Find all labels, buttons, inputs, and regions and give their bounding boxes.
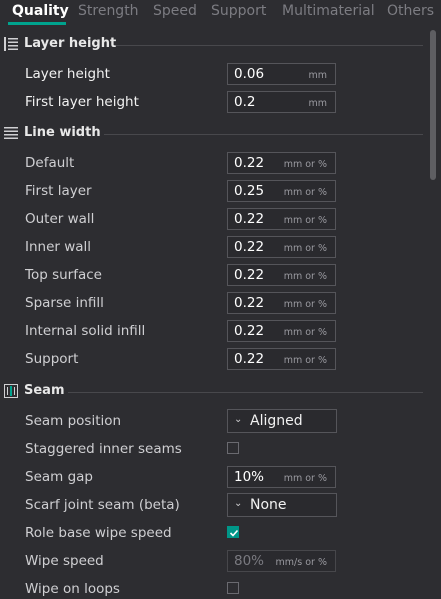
input-unit: mm or % [283,473,327,484]
seam-icon [4,384,18,398]
vertical-scrollbar[interactable] [430,30,436,180]
tab-quality[interactable]: Quality [12,3,69,19]
label-seam-gap: Seam gap [25,469,94,485]
input-value: 0.22 [234,239,265,255]
label-default: Default [25,155,75,171]
wipe-speed-input[interactable]: 80% mm/s or % [227,550,336,572]
input-value: 0.22 [234,211,265,227]
input-unit: mm or % [283,355,327,366]
input-unit: mm or % [283,187,327,198]
section-divider [116,45,423,46]
scarf-joint-seam-select[interactable]: ⌄ None [227,493,337,517]
label-first-layer-height: First layer height [25,94,139,110]
label-sparse-infill: Sparse infill [25,295,104,311]
input-value: 80% [234,553,265,569]
support-width-input[interactable]: 0.22 mm or % [227,348,336,370]
first-layer-height-input[interactable]: 0.2 mm [227,91,336,113]
line-width-icon [4,127,18,139]
layer-height-input[interactable]: 0.06 mm [227,63,336,85]
section-title: Seam [24,383,65,398]
layer-height-icon [4,37,18,51]
input-unit: mm or % [283,159,327,170]
tab-speed[interactable]: Speed [153,3,197,19]
label-seam-position: Seam position [25,413,122,429]
input-unit: mm [308,98,327,109]
internal-solid-infill-width-input[interactable]: 0.22 mm or % [227,320,336,342]
select-value: Aligned [250,413,303,429]
label-outer-wall: Outer wall [25,211,95,227]
active-tab-indicator [8,22,66,25]
label-inner-wall: Inner wall [25,239,92,255]
input-value: 0.25 [234,183,265,199]
label-wipe-on-loops: Wipe on loops [25,581,120,597]
first-layer-width-input[interactable]: 0.25 mm or % [227,180,336,202]
seam-gap-input[interactable]: 10% mm or % [227,466,336,488]
label-support: Support [25,351,79,367]
input-unit: mm/s or % [275,557,327,568]
input-value: 0.22 [234,351,265,367]
label-scarf-joint-seam: Scarf joint seam (beta) [25,497,180,513]
select-value: None [250,497,287,513]
chevron-down-icon: ⌄ [234,414,243,425]
input-unit: mm or % [283,271,327,282]
label-first-layer: First layer [25,183,92,199]
role-base-wipe-speed-checkbox[interactable] [227,526,239,538]
chevron-down-icon: ⌄ [234,498,243,509]
tab-others[interactable]: Others [387,3,434,19]
tab-strength[interactable]: Strength [78,3,139,19]
input-value: 10% [234,469,265,485]
section-divider [68,392,423,393]
input-unit: mm or % [283,327,327,338]
input-value: 0.2 [234,94,256,110]
section-line-width: Line width [0,124,428,144]
input-unit: mm or % [283,243,327,254]
input-value: 0.22 [234,267,265,283]
wipe-on-loops-checkbox[interactable] [227,582,239,594]
label-layer-height: Layer height [25,66,110,82]
tab-multimaterial[interactable]: Multimaterial [282,3,375,19]
label-internal-solid-infill: Internal solid infill [25,323,146,339]
section-layer-height: Layer height [0,35,428,55]
input-unit: mm [308,70,327,81]
label-top-surface: Top surface [25,267,102,283]
input-value: 0.06 [234,66,265,82]
input-value: 0.22 [234,155,265,171]
outer-wall-width-input[interactable]: 0.22 mm or % [227,208,336,230]
tab-support[interactable]: Support [211,3,266,19]
section-divider [104,134,423,135]
staggered-inner-seams-checkbox[interactable] [227,442,239,454]
input-unit: mm or % [283,215,327,226]
section-title: Line width [24,125,101,140]
label-wipe-speed: Wipe speed [25,553,104,569]
inner-wall-width-input[interactable]: 0.22 mm or % [227,236,336,258]
section-title: Layer height [24,36,117,51]
input-value: 0.22 [234,323,265,339]
input-unit: mm or % [283,299,327,310]
top-surface-width-input[interactable]: 0.22 mm or % [227,264,336,286]
sparse-infill-width-input[interactable]: 0.22 mm or % [227,292,336,314]
default-width-input[interactable]: 0.22 mm or % [227,152,336,174]
seam-position-select[interactable]: ⌄ Aligned [227,409,337,433]
tab-bar: Quality Strength Speed Support Multimate… [0,0,441,27]
label-staggered-inner-seams: Staggered inner seams [25,441,182,457]
label-role-base-wipe-speed: Role base wipe speed [25,525,172,541]
checkmark-icon [229,529,239,537]
section-seam: Seam [0,382,428,402]
input-value: 0.22 [234,295,265,311]
